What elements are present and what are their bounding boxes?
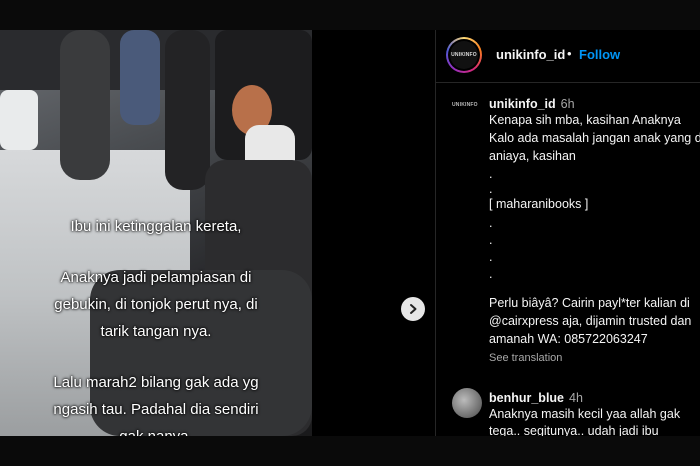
avatar-logo: UNIKINFO [450,41,478,69]
comment-text-line: . [489,216,493,230]
caption-line: tarik tangan nya. [100,323,212,340]
media-padding [312,30,435,436]
comment-time: 4h [569,391,583,405]
person-silhouette [165,30,210,190]
comment-text-line: [ maharanibooks ] [489,197,589,211]
follow-button[interactable]: Follow [579,47,620,62]
header-separator: • [567,46,572,61]
comment-text-line: . [489,250,493,264]
comment-text-line: aniaya, kasihan [489,149,576,163]
header-username[interactable]: unikinfo_id [496,47,565,62]
comment-text-line: @cairxpress aja, dijamin trusted dan [489,314,692,328]
post-viewer: Ibu ini ketinggalan kereta, Anaknya jadi… [0,30,700,436]
caption-line: ngasih tau. Padahal dia sendiri [53,401,259,418]
caption-line: Ibu ini ketinggalan kereta, [70,218,242,235]
comment-avatar[interactable] [452,388,482,418]
post-image[interactable]: Ibu ini ketinggalan kereta, Anaknya jadi… [0,30,312,436]
comment-text-line: . [489,167,493,181]
comment-text-line: Anaknya masih kecil yaa allah gak [489,407,681,421]
see-translation-link[interactable]: See translation [489,352,562,364]
comment-avatar[interactable]: UNIKINFO [452,102,478,108]
caption-line: Anaknya jadi pelampiasan di [60,269,252,286]
comment-text-line: . [489,233,493,247]
comment-text-line: amanah WA: 085722063247 [489,332,648,346]
comment-text-line: Perlu biâyâ? Cairin payl*ter kalian di [489,296,690,310]
post-header: UNIKINFO unikinfo_id • Follow [436,30,700,83]
comment-text-line: . [489,267,493,281]
comment-text-line: . [489,182,493,196]
person-silhouette [120,30,160,125]
caption-line: gak nanya. [0,423,312,436]
person-silhouette [60,30,110,180]
comment-text-line: Kenapa sih mba, kasihan Anaknya [489,113,681,127]
comment-username[interactable]: unikinfo_id 6h [489,97,575,111]
comments-panel: UNIKINFO unikinfo_id • Follow UNIKINFO u… [435,30,700,436]
comment-time: 6h [560,97,575,111]
caption-line: Lalu marah2 bilang gak ada yg [53,374,259,391]
next-media-button[interactable] [401,297,425,321]
comment-username[interactable]: benhur_blue 4h [489,391,583,405]
chevron-right-icon [410,304,417,314]
comment-text-line: tega.. segitunya.. udah jadi ibu [489,424,659,436]
white-pillar [0,90,38,150]
comment-text-line: Kalo ada masalah jangan anak yang d [489,131,700,145]
caption-line: gebukin, di tonjok perut nya, di [54,296,258,313]
profile-avatar[interactable]: UNIKINFO [446,37,482,73]
